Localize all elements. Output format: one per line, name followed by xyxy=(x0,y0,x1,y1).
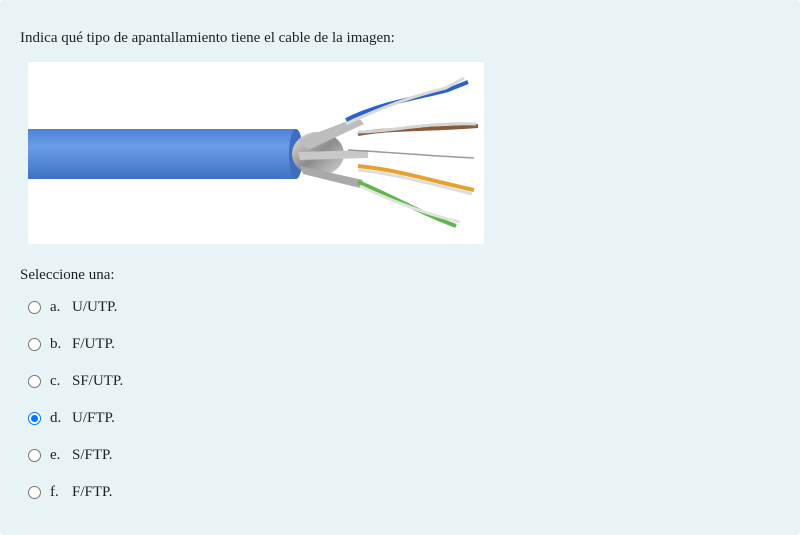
radio-button-selected[interactable] xyxy=(28,411,41,425)
answer-label: SF/UTP. xyxy=(72,372,124,389)
answer-prompt: Seleccione una: xyxy=(20,267,115,283)
cable-icon xyxy=(28,76,479,228)
answer-label: S/FTP. xyxy=(72,446,113,463)
answer-option-b[interactable]: b. F/UTP. xyxy=(28,329,228,359)
question-panel: Indica qué tipo de apantallamiento tiene… xyxy=(0,0,800,535)
answer-letter: b. xyxy=(50,335,62,352)
answer-label: F/UTP. xyxy=(72,335,115,352)
radio-button[interactable] xyxy=(28,337,41,351)
answer-letter: c. xyxy=(50,372,61,389)
answer-option-a[interactable]: a. U/UTP. xyxy=(28,292,228,322)
radio-button[interactable] xyxy=(28,374,41,388)
answer-label: U/UTP. xyxy=(72,298,118,315)
answer-letter: f. xyxy=(50,483,59,500)
answer-option-f[interactable]: f. F/FTP. xyxy=(28,477,228,507)
answer-letter: d. xyxy=(50,409,62,426)
answer-letter: e. xyxy=(50,446,61,463)
answer-option-e[interactable]: e. S/FTP. xyxy=(28,440,228,470)
cable-image xyxy=(28,62,484,244)
answer-option-d[interactable]: d. U/FTP. xyxy=(28,403,228,433)
answer-letter: a. xyxy=(50,298,61,315)
answer-label: F/FTP. xyxy=(72,483,113,500)
radio-button[interactable] xyxy=(28,485,41,499)
radio-button[interactable] xyxy=(28,300,41,314)
radio-button[interactable] xyxy=(28,448,41,462)
answer-option-c[interactable]: c. SF/UTP. xyxy=(28,366,228,396)
question-text: Indica qué tipo de apantallamiento tiene… xyxy=(20,30,395,46)
answer-label: U/FTP. xyxy=(72,409,115,426)
